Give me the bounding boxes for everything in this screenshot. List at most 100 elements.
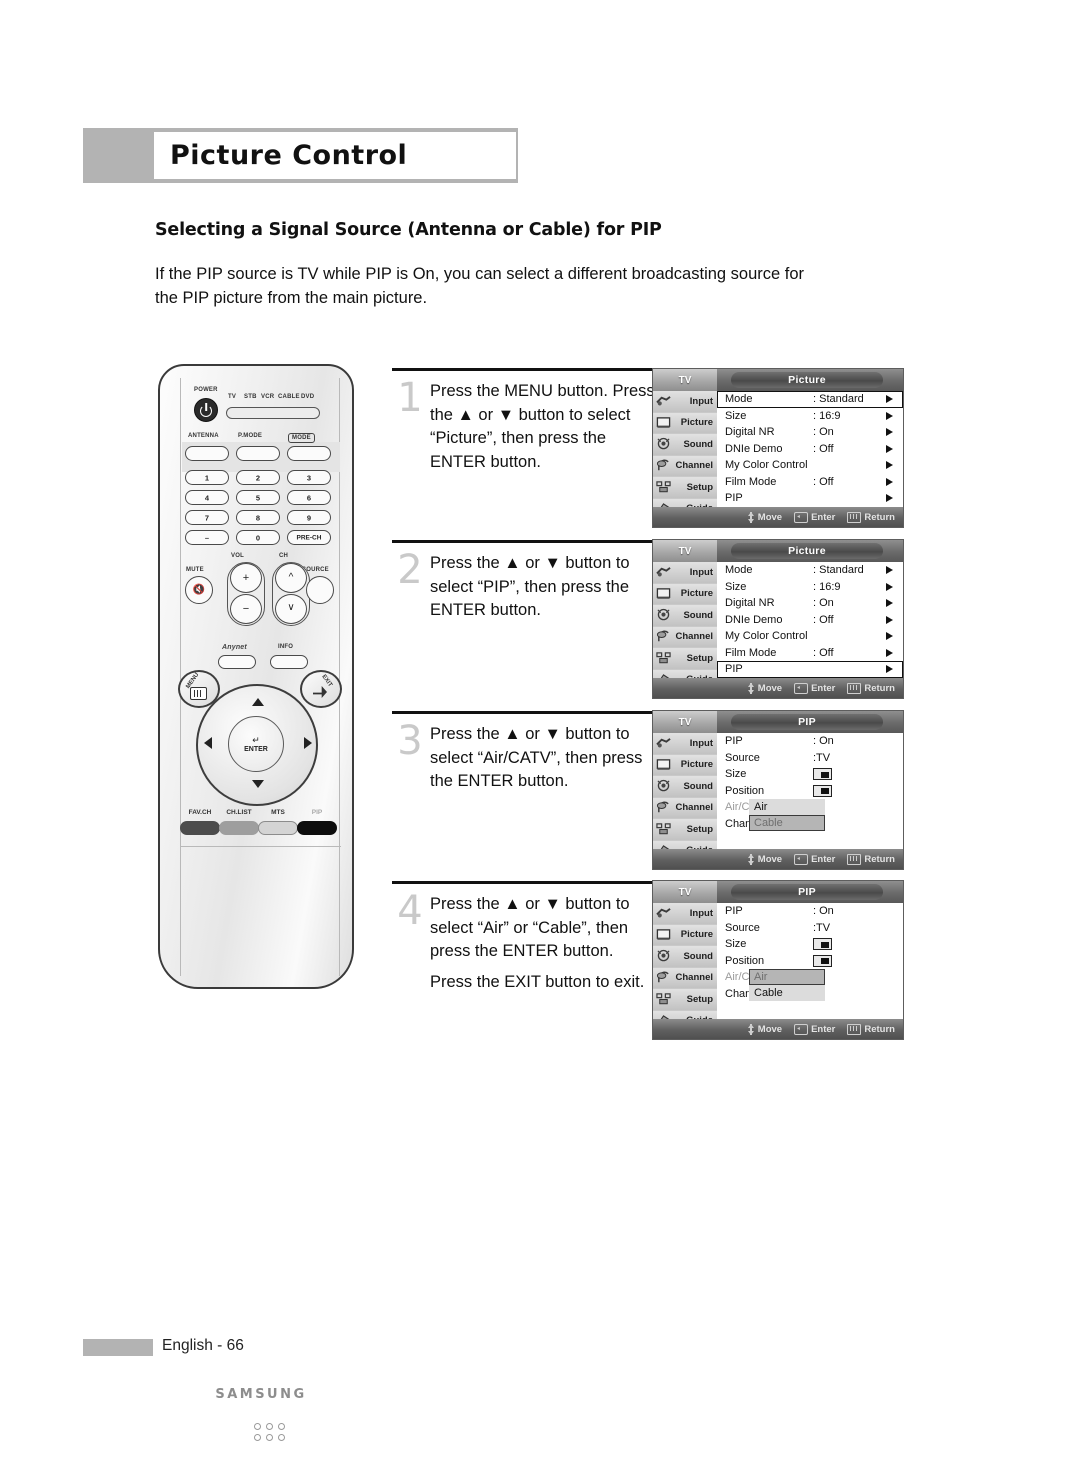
sidebar-item-channel[interactable]: Channel: [653, 626, 717, 648]
menu-row[interactable]: Source:TV: [717, 750, 903, 767]
menu-row[interactable]: Mode: Standard: [717, 562, 903, 579]
menu-row[interactable]: DNIe Demo: Off: [717, 612, 903, 629]
sidebar-item-channel[interactable]: Channel: [653, 967, 717, 989]
dpad-up-icon[interactable]: [252, 698, 264, 706]
sidebar-item-input[interactable]: Input: [653, 733, 717, 755]
menu-row[interactable]: Size: 16:9: [717, 579, 903, 596]
chlist-button[interactable]: [219, 821, 259, 835]
osd-menu-title: Picture: [731, 372, 883, 388]
sidebar-item-setup[interactable]: Setup: [653, 819, 717, 841]
dropdown-option-cable[interactable]: Cable: [749, 985, 825, 1001]
sidebar-item-sound[interactable]: Sound: [653, 605, 717, 627]
sidebar-item-channel[interactable]: Channel: [653, 455, 717, 477]
ir-holes: [254, 1423, 290, 1443]
menu-row[interactable]: Size: 16:9: [717, 408, 903, 425]
menu-row[interactable]: PIP: On: [717, 733, 903, 750]
key-prech-label: PRE-CH: [296, 534, 322, 541]
sidebar-item-picture[interactable]: Picture: [653, 924, 717, 946]
dropdown-option-cable[interactable]: Cable: [749, 815, 825, 831]
key-1[interactable]: 1: [185, 470, 229, 485]
info-label: INFO: [278, 644, 294, 650]
pip-button[interactable]: [297, 821, 337, 835]
menu-row[interactable]: PIP: [717, 490, 903, 507]
dpad-left-icon[interactable]: [204, 737, 212, 749]
menu-row[interactable]: PIP: On: [717, 903, 903, 920]
sidebar-item-label: Setup: [686, 993, 713, 1005]
favch-button[interactable]: [180, 821, 220, 835]
sidebar-item-input[interactable]: Input: [653, 391, 717, 413]
dropdown-option-air[interactable]: Air: [749, 799, 825, 815]
sidebar-item-input[interactable]: Input: [653, 562, 717, 584]
sidebar-item-setup[interactable]: Setup: [653, 989, 717, 1011]
sidebar-item-setup[interactable]: Setup: [653, 648, 717, 670]
menu-row[interactable]: My Color Control: [717, 628, 903, 645]
osd-screen-pip-air: TVPIPInputPictureSoundChannelSetupGuideP…: [652, 880, 904, 1040]
dropdown-option-air[interactable]: Air: [749, 969, 825, 985]
dpad-down-icon[interactable]: [252, 780, 264, 788]
mode-strip-stb: STB: [244, 394, 257, 400]
key-4[interactable]: 4: [185, 490, 229, 505]
menu-row[interactable]: Film Mode: Off: [717, 474, 903, 491]
mode-button[interactable]: [287, 446, 331, 461]
sound-icon: [656, 949, 671, 963]
menu-row[interactable]: Source:TV: [717, 920, 903, 937]
pip-position-icon: [813, 784, 832, 797]
info-button[interactable]: [270, 655, 308, 669]
anynet-button[interactable]: [218, 655, 256, 669]
key-7[interactable]: 7: [185, 510, 229, 525]
sidebar-item-setup[interactable]: Setup: [653, 477, 717, 499]
sidebar-item-sound[interactable]: Sound: [653, 946, 717, 968]
source-button[interactable]: [306, 576, 334, 604]
key-6[interactable]: 6: [287, 490, 331, 505]
air-catv-dropdown[interactable]: Air Cable: [749, 799, 825, 831]
antenna-button[interactable]: [185, 446, 229, 461]
key-3[interactable]: 3: [287, 470, 331, 485]
menu-row[interactable]: My Color Control: [717, 457, 903, 474]
chevron-right-icon: [886, 494, 893, 502]
sound-icon: [656, 437, 671, 451]
dpad-right-icon[interactable]: [304, 737, 312, 749]
key-0[interactable]: 0: [236, 530, 280, 545]
volume-up-button[interactable]: +: [230, 563, 262, 593]
menu-row[interactable]: Position: [717, 953, 903, 970]
mute-button[interactable]: 🔇: [185, 576, 213, 604]
air-catv-dropdown[interactable]: Air Cable: [749, 969, 825, 1001]
exit-button[interactable]: EXIT: [300, 670, 342, 708]
key-8[interactable]: 8: [236, 510, 280, 525]
sidebar-item-picture[interactable]: Picture: [653, 412, 717, 434]
chevron-right-icon: [886, 582, 893, 591]
sidebar-item-input[interactable]: Input: [653, 903, 717, 925]
sidebar-item-picture[interactable]: Picture: [653, 754, 717, 776]
pmode-button[interactable]: [236, 446, 280, 461]
key-prech[interactable]: PRE-CH: [287, 530, 331, 545]
sidebar-item-sound[interactable]: Sound: [653, 434, 717, 456]
menu-row[interactable]: Size: [717, 936, 903, 953]
sidebar-item-sound[interactable]: Sound: [653, 776, 717, 798]
menu-row[interactable]: Film Mode: Off: [717, 645, 903, 662]
mts-button[interactable]: [258, 821, 298, 835]
menu-row[interactable]: Digital NR: On: [717, 424, 903, 441]
sidebar-item-label: Picture: [680, 759, 713, 771]
volume-down-button[interactable]: −: [230, 594, 262, 624]
key-dash[interactable]: –: [185, 530, 229, 545]
channel-up-button[interactable]: ^: [275, 563, 307, 593]
menu-row[interactable]: Digital NR: On: [717, 595, 903, 612]
return-key-icon: [847, 511, 862, 523]
menu-row[interactable]: PIP: [717, 661, 903, 678]
key-1-label: 1: [204, 473, 210, 482]
menu-row[interactable]: Size: [717, 766, 903, 783]
menu-row[interactable]: Position: [717, 783, 903, 800]
channel-icon: [656, 630, 671, 644]
mode-strip-cable: CABLE: [278, 394, 300, 400]
key-9[interactable]: 9: [287, 510, 331, 525]
menu-row[interactable]: Mode: Standard: [717, 391, 903, 408]
key-2[interactable]: 2: [236, 470, 280, 485]
menu-row[interactable]: DNIe Demo: Off: [717, 441, 903, 458]
channel-down-button[interactable]: ∨: [275, 594, 307, 624]
sidebar-item-channel[interactable]: Channel: [653, 797, 717, 819]
sidebar-item-picture[interactable]: Picture: [653, 583, 717, 605]
power-button[interactable]: [194, 398, 218, 422]
key-5[interactable]: 5: [236, 490, 280, 505]
menu-row-label: Size: [725, 580, 747, 593]
enter-button[interactable]: ↵ ENTER: [228, 716, 284, 772]
